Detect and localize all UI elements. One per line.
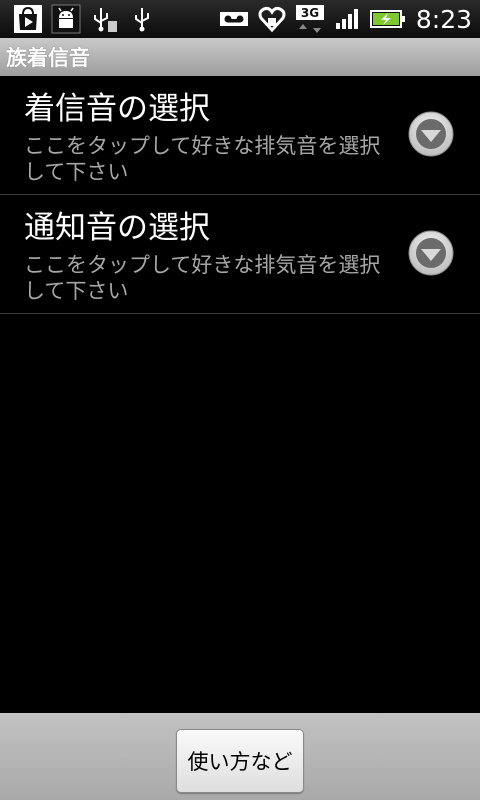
battery-charging-icon: [369, 3, 406, 35]
ringtone-select-item[interactable]: 着信音の選択 ここをタップして好きな排気音を選択して下さい: [0, 76, 480, 195]
usb-icon: [126, 3, 158, 35]
notification-sound-select-item[interactable]: 通知音の選択 ここをタップして好きな排気音を選択して下さい: [0, 195, 480, 314]
voicemail-icon: [218, 3, 250, 35]
network-label: 3G: [301, 6, 319, 20]
ringtone-select-summary: ここをタップして好きな排気音を選択して下さい: [24, 134, 381, 184]
notification-icons: [0, 0, 158, 38]
app-title: 族着信音: [6, 46, 90, 70]
title-bar: 族着信音: [0, 38, 480, 76]
system-icons: 3G 8:23: [218, 0, 480, 38]
network-3g-icon: 3G: [294, 3, 326, 35]
dropdown-arrow-icon[interactable]: [408, 230, 454, 276]
status-bar: 3G 8:23: [0, 0, 480, 38]
status-clock: 8:23: [415, 4, 472, 34]
play-store-icon: [12, 3, 44, 35]
heart-icon: [256, 3, 288, 35]
preference-list: 着信音の選択 ここをタップして好きな排気音を選択して下さい 通知音の選択 ここを…: [0, 76, 480, 314]
usb-debug-icon: [88, 3, 120, 35]
how-to-use-button[interactable]: 使い方など: [176, 729, 304, 793]
notification-sound-select-summary: ここをタップして好きな排気音を選択して下さい: [24, 253, 381, 303]
bottom-bar: 使い方など: [0, 713, 480, 800]
android-icon: [50, 3, 82, 35]
notification-sound-select-title: 通知音の選択: [24, 210, 210, 246]
signal-icon: [332, 3, 364, 35]
dropdown-arrow-icon[interactable]: [408, 111, 454, 157]
ringtone-select-title: 着信音の選択: [24, 91, 210, 127]
